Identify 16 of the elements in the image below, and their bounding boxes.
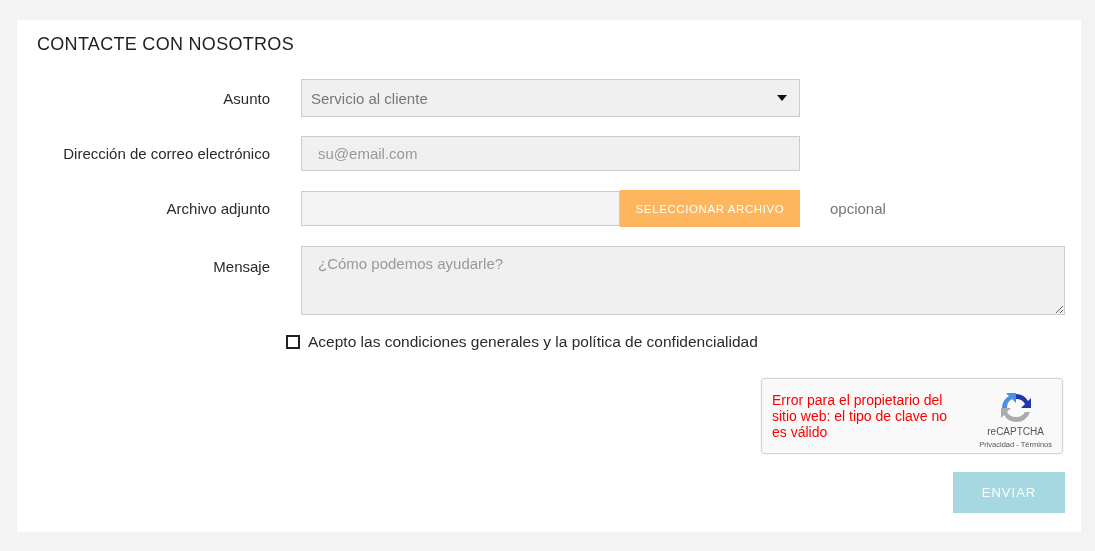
field-label: Dirección de correo electrónico <box>63 145 270 162</box>
field-label: Mensaje <box>213 258 270 275</box>
optional-note: opcional <box>830 200 886 217</box>
terms-checkbox[interactable] <box>286 335 300 349</box>
captcha-error: Error para el propietario del sitio web: el tipo de clave no es válido <box>772 392 949 442</box>
field-label: Asunto <box>223 89 270 107</box>
terms-label: Acepto las condiciones generales y la política de confidencialidad <box>308 333 758 351</box>
form-title: CONTACTE CON NOSOTROS <box>37 34 295 55</box>
email-field[interactable]: su@email.com <box>301 136 800 171</box>
captcha-brand: reCAPTCHA <box>987 426 1044 437</box>
file-field[interactable] <box>301 191 620 226</box>
field-label: Archivo adjunto <box>166 200 270 217</box>
recaptcha-icon <box>999 392 1032 424</box>
caret-icon <box>777 95 787 101</box>
subject-select[interactable]: Servicio al cliente <box>301 79 800 117</box>
message-field[interactable]: ¿Cómo podemos ayudarle? <box>301 246 1065 315</box>
